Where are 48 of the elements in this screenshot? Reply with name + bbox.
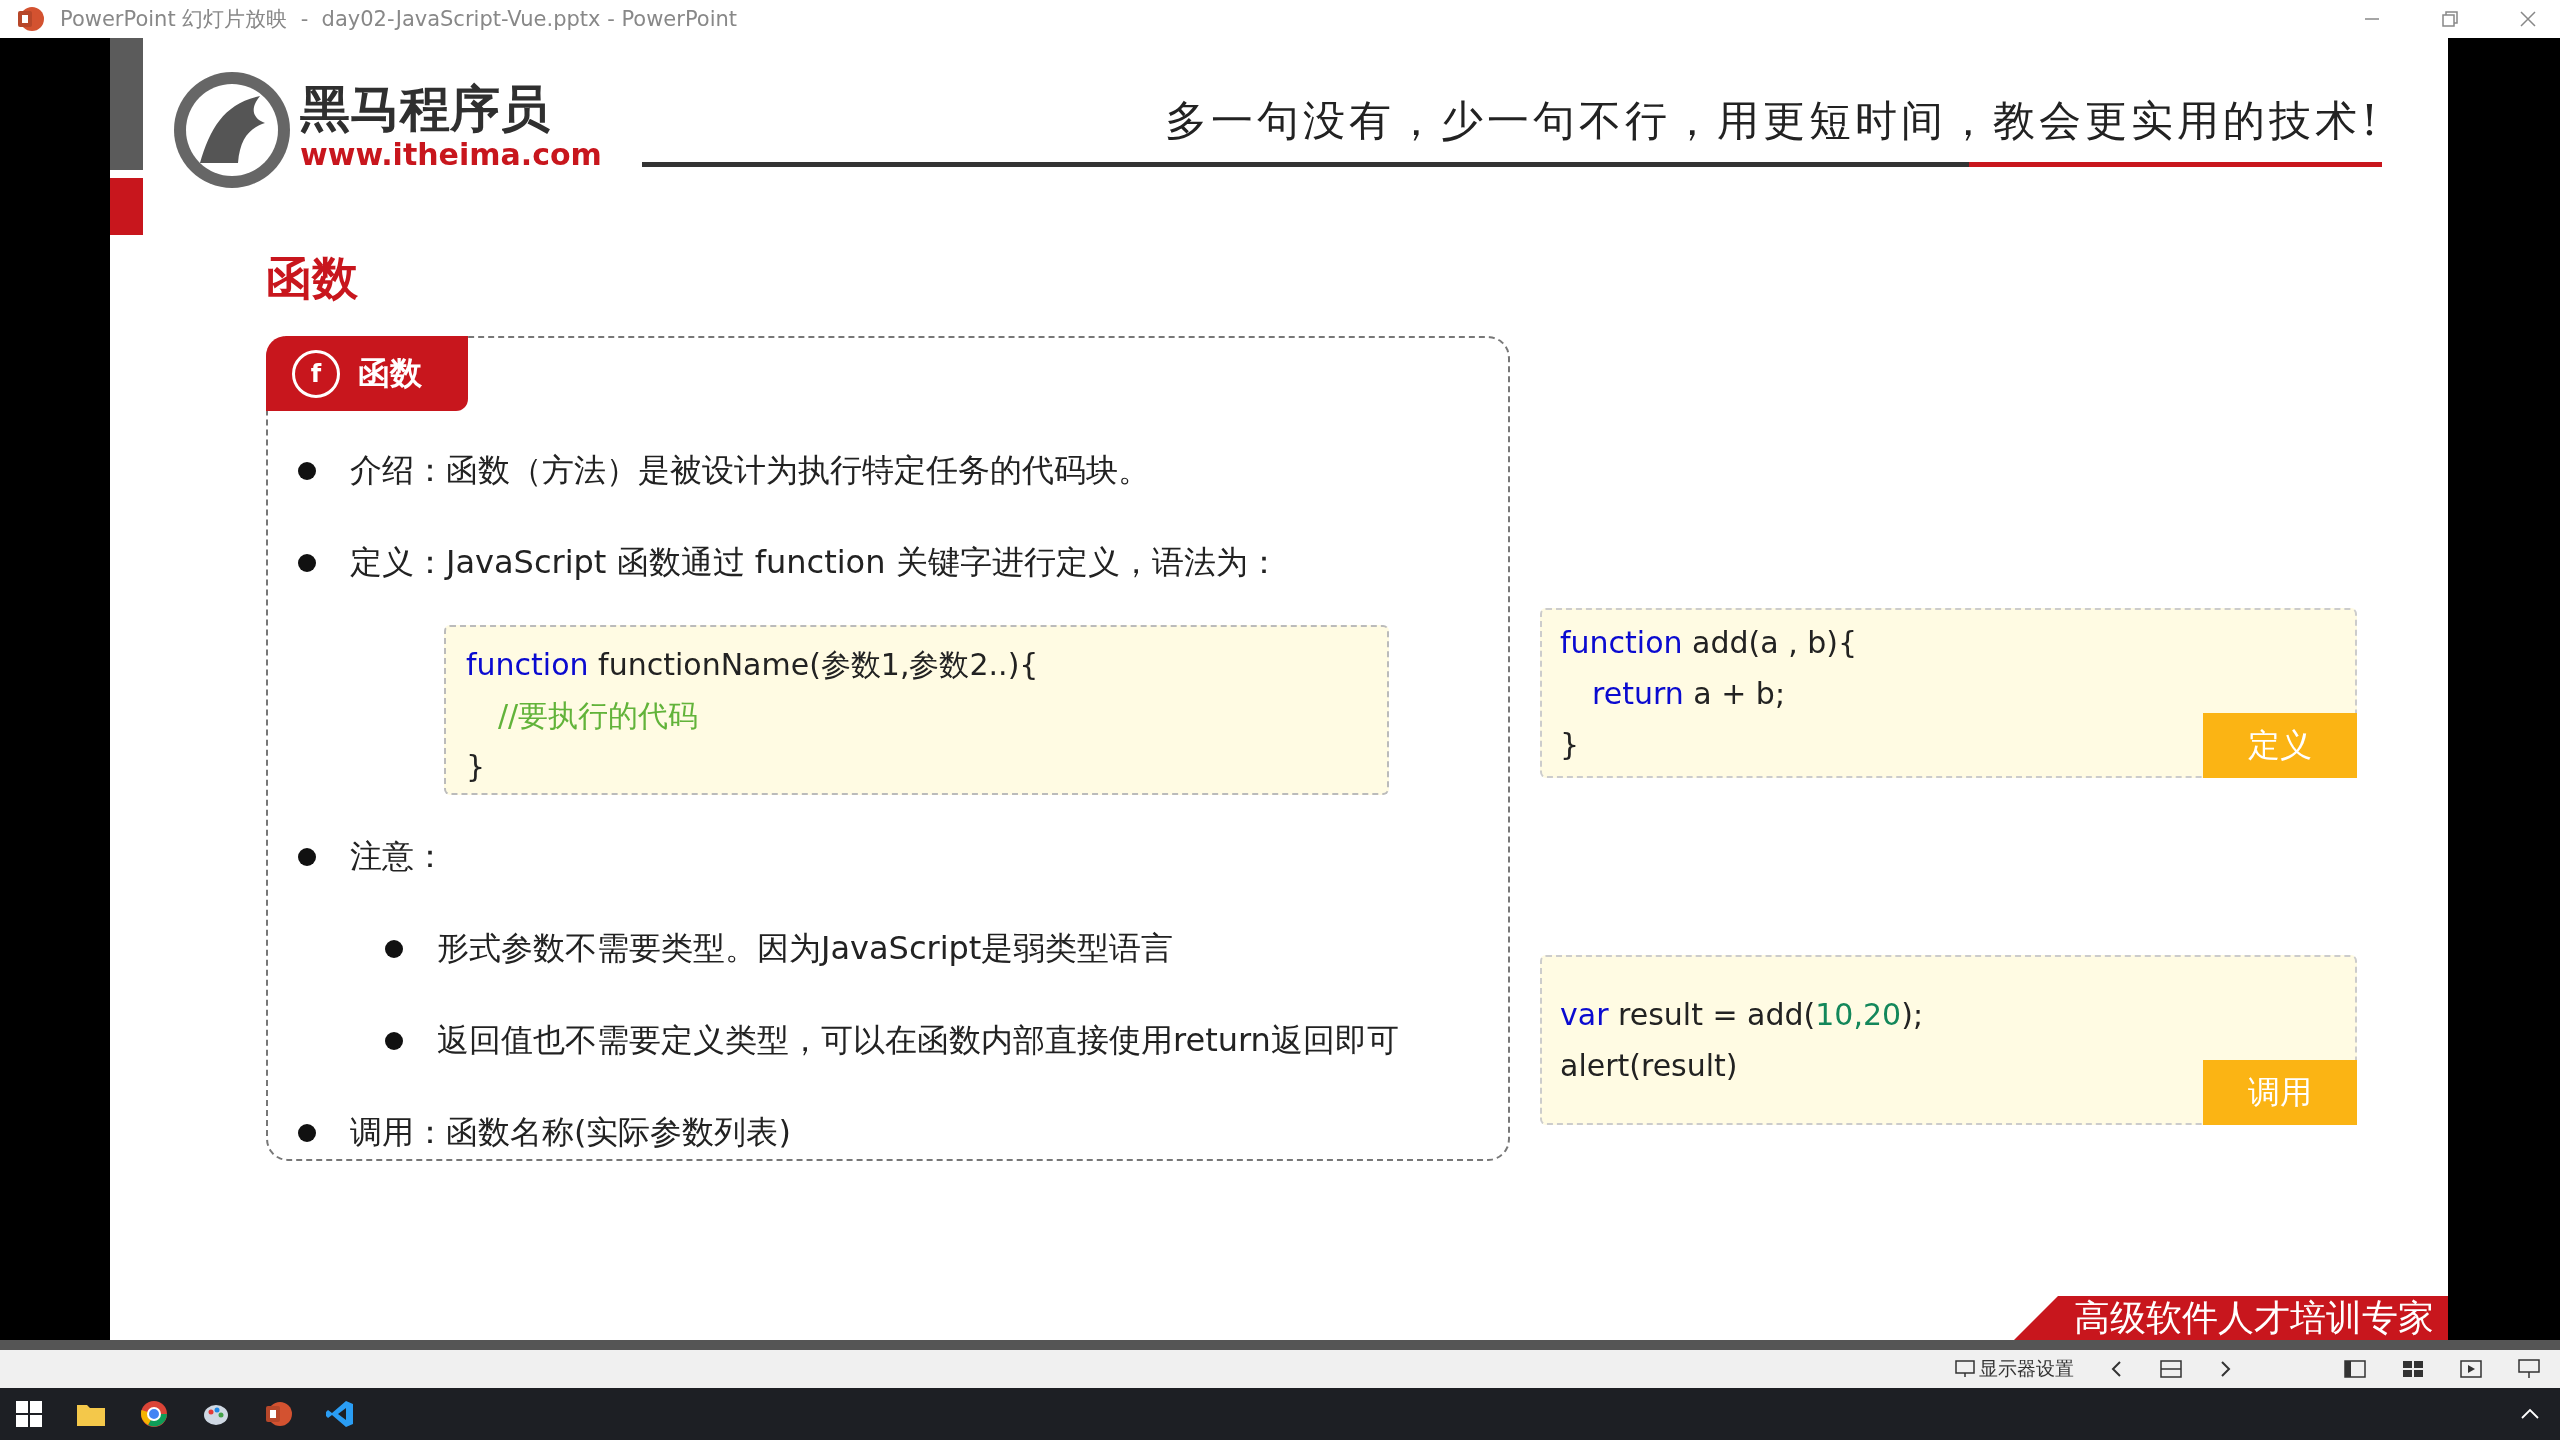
display-settings-button[interactable]: 显示器设置 bbox=[1955, 1356, 2074, 1382]
bullet-text: 注意： bbox=[350, 836, 446, 877]
monitor-icon bbox=[1955, 1360, 1975, 1378]
start-icon[interactable] bbox=[16, 1401, 42, 1427]
bullet-icon bbox=[298, 462, 316, 480]
code-editor-icon[interactable] bbox=[326, 1400, 354, 1428]
restore-icon[interactable] bbox=[2442, 11, 2458, 27]
presentation-app-icon bbox=[16, 5, 44, 33]
close-icon[interactable] bbox=[2520, 11, 2536, 27]
reading-view-icon[interactable] bbox=[2460, 1359, 2482, 1379]
presentation-app-icon[interactable] bbox=[264, 1400, 292, 1428]
example-tag: 定义 bbox=[2203, 713, 2357, 778]
slogan: 多一句没有，少一句不行，用更短时间，教会更实用的技术! bbox=[1164, 95, 2382, 147]
slogan-banner: 高级软件人才培训专家 bbox=[2014, 1296, 2448, 1340]
next-icon[interactable] bbox=[2218, 1359, 2232, 1379]
function-icon: f bbox=[292, 349, 340, 398]
slides-grid-icon[interactable] bbox=[2160, 1359, 2182, 1379]
accent-block bbox=[110, 178, 143, 235]
bullet-text: 调用：函数名称(实际参数列表) bbox=[350, 1112, 791, 1153]
bullet-icon bbox=[298, 848, 316, 866]
code-line: alert(result) bbox=[1560, 1047, 1739, 1085]
sorter-view-icon[interactable] bbox=[2402, 1359, 2424, 1379]
code-line: var result = add(10,20); bbox=[1560, 996, 1924, 1034]
bullet-icon bbox=[298, 554, 316, 572]
bullet-text: 返回值也不需要定义类型，可以在函数内部直接使用return返回即可 bbox=[437, 1020, 1399, 1061]
bullet-icon bbox=[385, 940, 403, 958]
bullet-text: 定义：JavaScript 函数通过 function 关键字进行定义，语法为： bbox=[350, 542, 1280, 583]
bullet-icon bbox=[298, 1124, 316, 1142]
logo-url: www.itheima.com bbox=[300, 138, 602, 172]
bullet-text: 介绍：函数（方法）是被设计为执行特定任务的代码块。 bbox=[350, 450, 1150, 491]
logo-name: 黑马程序员 bbox=[300, 80, 551, 138]
code-line: function functionName(参数1,参数2..){ bbox=[466, 646, 1040, 684]
code-line: //要执行的代码 bbox=[497, 697, 700, 735]
browser-icon[interactable] bbox=[140, 1400, 168, 1428]
bullet-text: 形式参数不需要类型。因为JavaScript是弱类型语言 bbox=[437, 928, 1174, 969]
code-line: function add(a , b){ bbox=[1560, 623, 1859, 662]
slide-heading: 函数 bbox=[266, 250, 359, 307]
example-tag: 调用 bbox=[2203, 1060, 2357, 1125]
code-line: return a + b; bbox=[1591, 674, 1786, 713]
bullet-icon bbox=[385, 1032, 403, 1050]
code-line: } bbox=[466, 748, 487, 786]
previous-icon[interactable] bbox=[2110, 1359, 2124, 1379]
window-title: PowerPoint 幻灯片放映 - day02-JavaScript-Vue.pptx - PowerPoint bbox=[60, 6, 738, 33]
slideshow-view-icon[interactable] bbox=[2518, 1359, 2540, 1379]
tray-caret-icon[interactable] bbox=[2520, 1407, 2540, 1421]
normal-view-icon[interactable] bbox=[2344, 1359, 2366, 1379]
tab-label: 函数 bbox=[358, 352, 422, 394]
code-line: } bbox=[1560, 725, 1581, 764]
